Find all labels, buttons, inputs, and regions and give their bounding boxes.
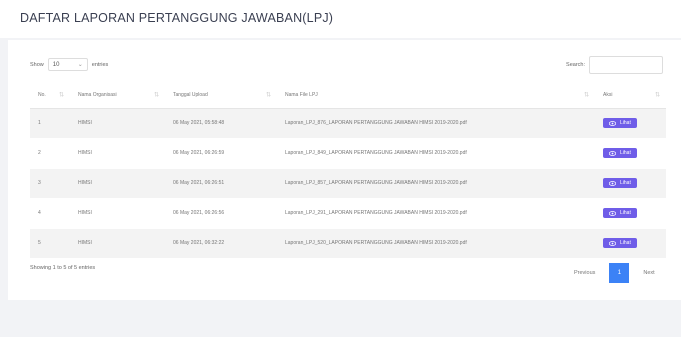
page-1-button[interactable]: 1 bbox=[609, 263, 630, 283]
table-row: 2 HIMSI 06 May 2021, 06:26:59 Laporan_LP… bbox=[30, 137, 666, 168]
cell-no: 1 bbox=[30, 107, 70, 138]
cell-file: Laporan_LPJ_876_LAPORAN PERTANGGUNG JAWA… bbox=[277, 107, 595, 138]
sort-icon: ⇅ bbox=[58, 92, 64, 99]
cell-organisasi: HIMSI bbox=[70, 197, 165, 228]
sort-icon: ⇅ bbox=[153, 92, 159, 99]
eye-icon bbox=[609, 210, 616, 216]
cell-aksi: Lihat bbox=[595, 227, 666, 258]
cell-aksi: Lihat bbox=[595, 107, 666, 138]
cell-file: Laporan_LPJ_857_LAPORAN PERTANGGUNG JAWA… bbox=[277, 167, 595, 198]
cell-aksi: Lihat bbox=[595, 167, 666, 198]
cell-tanggal: 06 May 2021, 06:26:56 bbox=[165, 197, 277, 228]
column-header-organisasi[interactable]: Nama Organisasi ⇅ bbox=[70, 82, 165, 109]
lihat-label: Lihat bbox=[620, 150, 631, 156]
page-title: DAFTAR LAPORAN PERTANGGUNG JAWABAN(LPJ) bbox=[20, 11, 334, 25]
eye-icon bbox=[609, 150, 616, 156]
page-header: DAFTAR LAPORAN PERTANGGUNG JAWABAN(LPJ) bbox=[0, 0, 681, 38]
lihat-button[interactable]: Lihat bbox=[603, 148, 637, 158]
column-header-tanggal[interactable]: Tanggal Upload ⇅ bbox=[165, 82, 277, 109]
lihat-label: Lihat bbox=[620, 210, 631, 216]
table-row: 5 HIMSI 06 May 2021, 06:32:22 Laporan_LP… bbox=[30, 227, 666, 258]
cell-tanggal: 06 May 2021, 06:26:51 bbox=[165, 167, 277, 198]
lihat-button[interactable]: Lihat bbox=[603, 118, 637, 128]
eye-icon bbox=[609, 120, 616, 126]
cell-no: 5 bbox=[30, 227, 70, 258]
cell-organisasi: HIMSI bbox=[70, 137, 165, 168]
sort-icon: ⇅ bbox=[583, 92, 589, 99]
lihat-button[interactable]: Lihat bbox=[603, 208, 637, 218]
cell-tanggal: 06 May 2021, 06:26:59 bbox=[165, 137, 277, 168]
entries-select-value: 10 bbox=[52, 61, 60, 68]
entries-length-control: Show 10 ⌄ entries bbox=[30, 58, 108, 71]
cell-tanggal: 06 May 2021, 06:32:22 bbox=[165, 227, 277, 258]
cell-tanggal: 06 May 2021, 05:58:48 bbox=[165, 107, 277, 138]
cell-file: Laporan_LPJ_849_LAPORAN PERTANGGUNG JAWA… bbox=[277, 137, 595, 168]
previous-button[interactable]: Previous bbox=[568, 270, 601, 276]
cell-organisasi: HIMSI bbox=[70, 167, 165, 198]
cell-no: 2 bbox=[30, 137, 70, 168]
table-info: Showing 1 to 5 of 5 entries bbox=[30, 265, 96, 271]
lihat-label: Lihat bbox=[620, 120, 631, 126]
search-input[interactable] bbox=[589, 56, 663, 74]
chevron-down-icon: ⌄ bbox=[77, 62, 83, 68]
search-label: Search: bbox=[566, 62, 585, 68]
cell-aksi: Lihat bbox=[595, 197, 666, 228]
column-header-file[interactable]: Nama File LPJ ⇅ bbox=[277, 82, 595, 109]
cell-file: Laporan_LPJ_520_LAPORAN PERTANGGUNG JAWA… bbox=[277, 227, 595, 258]
table-header-row: No. ⇅ Nama Organisasi ⇅ Tanggal Upload ⇅ Na… bbox=[30, 82, 666, 109]
cell-organisasi: HIMSI bbox=[70, 227, 165, 258]
eye-icon bbox=[609, 240, 616, 246]
lihat-button[interactable]: Lihat bbox=[603, 178, 637, 188]
table-row: 3 HIMSI 06 May 2021, 06:26:51 Laporan_LP… bbox=[30, 167, 666, 198]
search-control: Search: bbox=[566, 56, 663, 74]
pagination: Previous 1 Next bbox=[568, 263, 661, 283]
lihat-button[interactable]: Lihat bbox=[603, 238, 637, 249]
cell-no: 4 bbox=[30, 197, 70, 228]
column-header-no[interactable]: No. ⇅ bbox=[30, 82, 70, 109]
cell-aksi: Lihat bbox=[595, 137, 666, 168]
show-label: Show bbox=[30, 61, 44, 68]
eye-icon bbox=[609, 180, 616, 186]
sort-icon: ⇅ bbox=[265, 92, 271, 99]
column-header-aksi[interactable]: Aksi ⇅ bbox=[595, 82, 666, 109]
lpj-table: No. ⇅ Nama Organisasi ⇅ Tanggal Upload ⇅ Na… bbox=[30, 82, 666, 258]
table-row: 4 HIMSI 06 May 2021, 06:26:56 Laporan_LP… bbox=[30, 197, 666, 228]
lihat-label: Lihat bbox=[620, 180, 631, 186]
next-button[interactable]: Next bbox=[637, 270, 660, 276]
table-row: 1 HIMSI 06 May 2021, 05:58:48 Laporan_LP… bbox=[30, 107, 666, 138]
cell-file: Laporan_LPJ_291_LAPORAN PERTANGGUNG JAWA… bbox=[277, 197, 595, 228]
sort-icon: ⇅ bbox=[654, 92, 660, 99]
cell-no: 3 bbox=[30, 167, 70, 198]
lihat-label: Lihat bbox=[620, 240, 631, 247]
entries-label: entries bbox=[91, 61, 109, 68]
entries-select[interactable]: 10 ⌄ bbox=[47, 58, 88, 71]
cell-organisasi: HIMSI bbox=[70, 107, 165, 138]
content-card: Show 10 ⌄ entries Search: No. ⇅ Nama Orga… bbox=[8, 40, 681, 300]
